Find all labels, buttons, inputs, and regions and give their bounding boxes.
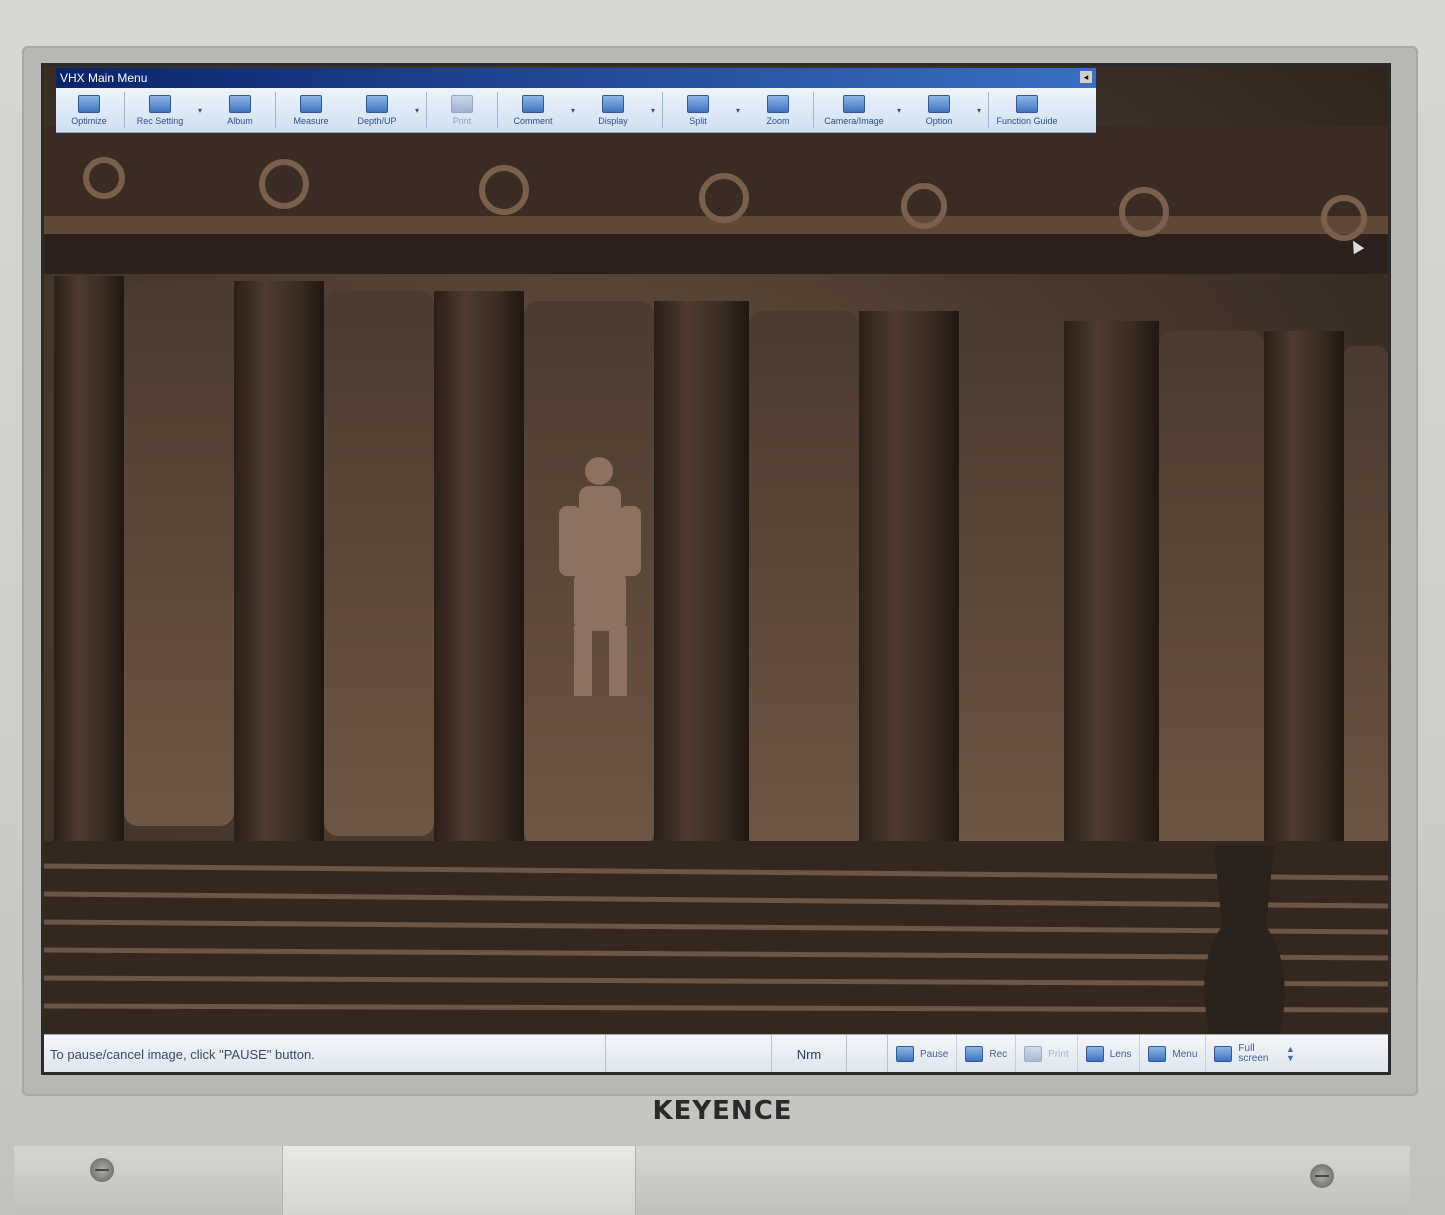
collapse-button[interactable]: ◂ <box>1080 71 1092 83</box>
monitor-base <box>14 1146 1410 1215</box>
status-field <box>606 1035 772 1072</box>
function-guide-label: Function Guide <box>996 115 1058 126</box>
status-bar: To pause/cancel image, click "PAUSE" but… <box>44 1034 1388 1072</box>
status-scroll[interactable]: ▲ ▼ <box>1280 1045 1300 1063</box>
screw-icon <box>1310 1164 1334 1188</box>
measure-icon <box>300 94 322 113</box>
toolbar-separator <box>275 92 276 128</box>
display-icon <box>602 94 624 113</box>
album-label: Album <box>227 115 253 126</box>
display-dropdown[interactable]: ▾ <box>646 88 660 132</box>
full-screen-button[interactable]: Full screen <box>1206 1035 1280 1072</box>
split-button[interactable]: Split <box>665 88 731 132</box>
depth-up-dropdown[interactable]: ▾ <box>410 88 424 132</box>
status-field <box>847 1035 888 1072</box>
zoom-label: Zoom <box>766 115 790 126</box>
status-print-button[interactable]: Print <box>1016 1035 1078 1072</box>
printer-icon <box>1024 1046 1043 1062</box>
microscope-live-image <box>44 66 1388 1072</box>
rec-setting-icon <box>149 94 171 113</box>
option-label: Option <box>925 115 953 126</box>
comment-label: Comment <box>513 115 553 126</box>
split-icon <box>687 94 709 113</box>
depth-up-button[interactable]: Depth/UP <box>344 88 410 132</box>
function-guide-button[interactable]: Function Guide <box>991 88 1063 132</box>
measure-label: Measure <box>293 115 329 126</box>
rec-label: Rec <box>989 1048 1008 1060</box>
screw-icon <box>90 1158 114 1182</box>
option-button[interactable]: Option <box>906 88 972 132</box>
optimize-button[interactable]: Optimize <box>56 88 122 132</box>
rec-setting-dropdown[interactable]: ▾ <box>193 88 207 132</box>
toolbar-separator <box>124 92 125 128</box>
optimize-label: Optimize <box>71 115 107 126</box>
brand-logo: KEYENCE <box>652 1096 793 1126</box>
camera-image-icon <box>843 94 865 113</box>
print-button[interactable]: Print <box>429 88 495 132</box>
rec-setting-label: Rec Setting <box>136 115 184 126</box>
main-toolbar: Optimize Rec Setting ▾ Album Measure Dep… <box>56 88 1096 133</box>
comment-button[interactable]: Comment <box>500 88 566 132</box>
measure-button[interactable]: Measure <box>278 88 344 132</box>
monitor-stand <box>282 1146 636 1215</box>
display-label: Display <box>598 115 628 126</box>
toolbar-separator <box>988 92 989 128</box>
camera-image-button[interactable]: Camera/Image <box>816 88 892 132</box>
home-icon <box>1148 1046 1167 1062</box>
full-screen-label: Full screen <box>1238 1043 1269 1064</box>
pause-button[interactable]: Pause <box>888 1035 958 1072</box>
status-print-label: Print <box>1048 1048 1069 1060</box>
toolbar-separator <box>813 92 814 128</box>
camera-image-dropdown[interactable]: ▾ <box>892 88 906 132</box>
scroll-down-icon[interactable]: ▼ <box>1286 1054 1295 1063</box>
split-label: Split <box>689 115 707 126</box>
full-screen-icon <box>1214 1046 1233 1062</box>
print-label: Print <box>452 115 472 126</box>
camera-image-label: Camera/Image <box>824 115 884 126</box>
status-mode: Nrm <box>772 1035 847 1072</box>
comment-dropdown[interactable]: ▾ <box>566 88 580 132</box>
toolbar-separator <box>497 92 498 128</box>
toolbar-separator <box>662 92 663 128</box>
option-icon <box>928 94 950 113</box>
status-message: To pause/cancel image, click "PAUSE" but… <box>44 1035 606 1072</box>
zoom-button[interactable]: Zoom <box>745 88 811 132</box>
printer-icon <box>451 94 473 113</box>
split-dropdown[interactable]: ▾ <box>731 88 745 132</box>
pause-label: Pause <box>920 1048 949 1060</box>
window-titlebar: VHX Main Menu ◂ <box>56 68 1096 88</box>
optimize-icon <box>78 94 100 113</box>
depth-up-icon <box>366 94 388 113</box>
lens-label: Lens <box>1109 1048 1132 1060</box>
pause-icon <box>896 1046 914 1062</box>
lens-icon <box>1085 1046 1104 1062</box>
album-button[interactable]: Album <box>207 88 273 132</box>
window-title: VHX Main Menu <box>60 71 148 85</box>
folder-icon <box>229 94 251 113</box>
toolbar-separator <box>426 92 427 128</box>
screen: VHX Main Menu ◂ Optimize Rec Setting ▾ A… <box>44 66 1388 1072</box>
comment-icon <box>522 94 544 113</box>
lens-button[interactable]: Lens <box>1078 1035 1141 1072</box>
menu-button[interactable]: Menu <box>1140 1035 1207 1072</box>
option-dropdown[interactable]: ▾ <box>972 88 986 132</box>
help-icon <box>1016 94 1038 113</box>
display-button[interactable]: Display <box>580 88 646 132</box>
rec-button[interactable]: Rec <box>957 1035 1017 1072</box>
rec-setting-button[interactable]: Rec Setting <box>127 88 193 132</box>
depth-up-label: Depth/UP <box>357 115 397 126</box>
menu-label: Menu <box>1172 1048 1198 1060</box>
record-icon <box>965 1046 984 1062</box>
zoom-icon <box>767 94 789 113</box>
